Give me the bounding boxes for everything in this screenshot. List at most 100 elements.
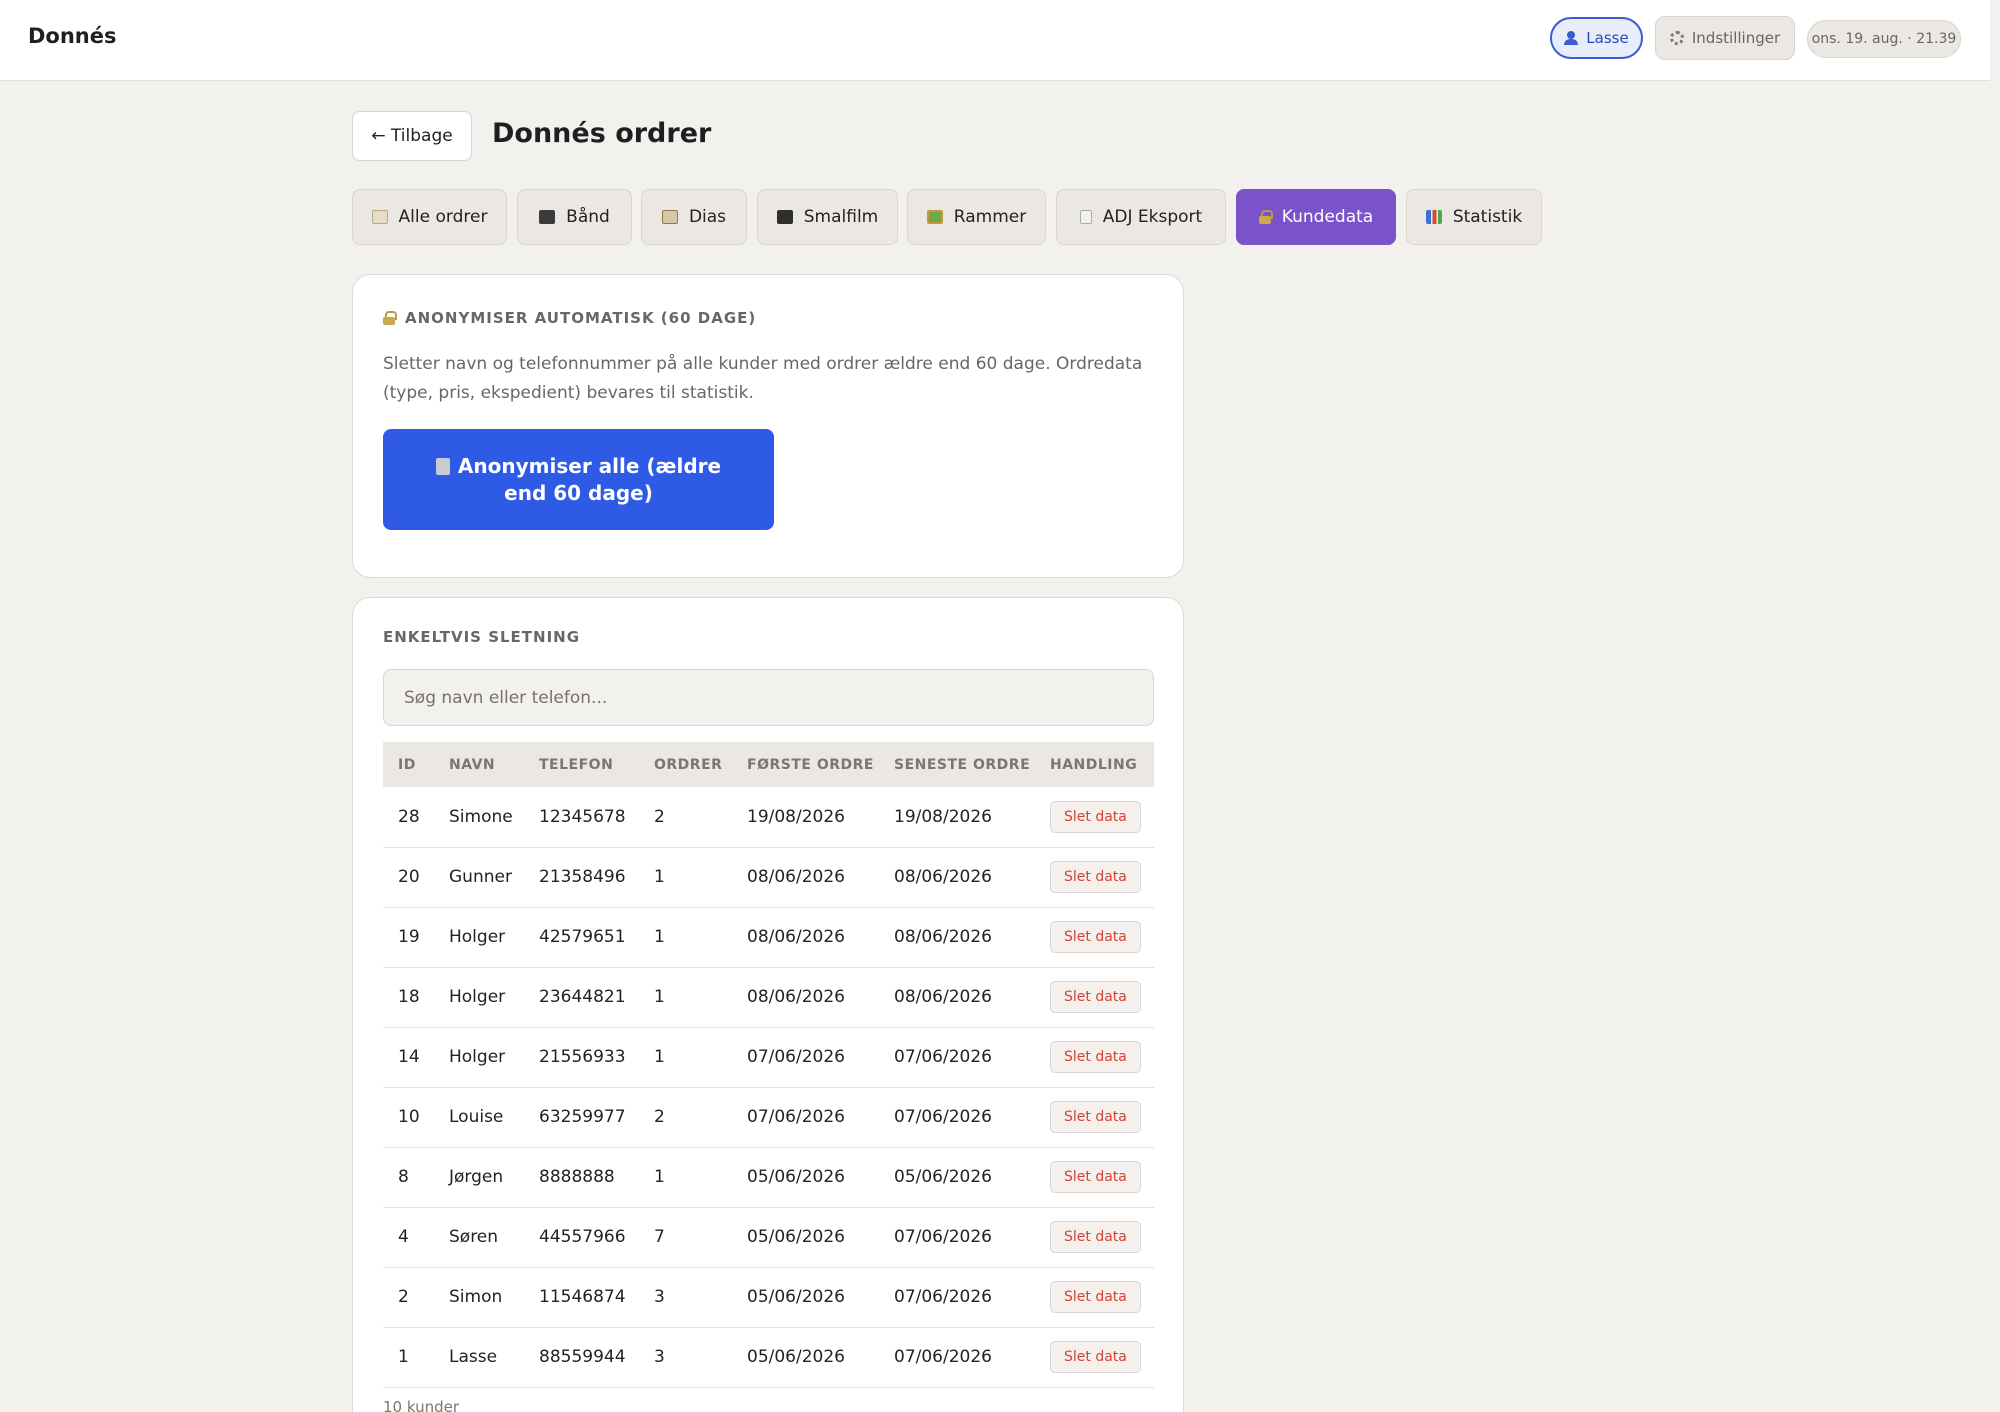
brand-logo: Donnés bbox=[28, 24, 117, 48]
clapperboard-icon bbox=[776, 210, 793, 224]
cell-last-order: 07/06/2026 bbox=[879, 1207, 1035, 1268]
delete-data-button[interactable]: Slet data bbox=[1050, 921, 1141, 953]
cell-last-order: 07/06/2026 bbox=[879, 1027, 1035, 1088]
gear-icon bbox=[1669, 31, 1684, 45]
cell-last-order: 08/06/2026 bbox=[879, 847, 1035, 908]
cell-orders: 1 bbox=[639, 967, 732, 1028]
col-telefon: TELEFON bbox=[539, 756, 614, 773]
col-id: ID bbox=[398, 756, 416, 773]
cell-id: 20 bbox=[383, 847, 434, 908]
delete-data-button[interactable]: Slet data bbox=[1050, 1101, 1141, 1133]
cell-phone: 44557966 bbox=[524, 1207, 639, 1268]
table-row: 14 Holger 21556933 1 07/06/2026 07/06/2026 Sle… bbox=[383, 1027, 1154, 1088]
cell-phone: 21358496 bbox=[524, 847, 639, 908]
cell-id: 28 bbox=[383, 787, 434, 848]
cell-orders: 2 bbox=[639, 787, 732, 848]
clipboard-icon bbox=[371, 210, 388, 224]
cell-id: 8 bbox=[383, 1147, 434, 1208]
col-foerste-ordre: FØRSTE ORDRE bbox=[747, 756, 874, 773]
lock-icon bbox=[383, 311, 397, 325]
document-icon bbox=[1079, 210, 1092, 224]
cell-name: Lasse bbox=[434, 1327, 524, 1388]
cell-phone: 23644821 bbox=[524, 967, 639, 1028]
auto-heading-text: ANONYMISER AUTOMATISK (60 DAGE) bbox=[405, 309, 757, 327]
frame-icon bbox=[926, 210, 943, 224]
cell-orders: 7 bbox=[639, 1207, 732, 1268]
settings-label: Indstillinger bbox=[1691, 29, 1781, 47]
cell-phone: 42579651 bbox=[524, 907, 639, 968]
cell-phone: 11546874 bbox=[524, 1267, 639, 1328]
cell-action: Slet data bbox=[1035, 1267, 1154, 1328]
cell-id: 2 bbox=[383, 1267, 434, 1328]
table-row: 19 Holger 42579651 1 08/06/2026 08/06/2026 Sle… bbox=[383, 907, 1154, 968]
cell-first-order: 05/06/2026 bbox=[732, 1147, 879, 1208]
delete-data-button[interactable]: Slet data bbox=[1050, 1221, 1141, 1253]
col-handling: HANDLING bbox=[1050, 756, 1138, 773]
cassette-icon bbox=[539, 210, 556, 224]
settings-button[interactable]: Indstillinger bbox=[1655, 16, 1795, 60]
delete-data-button[interactable]: Slet data bbox=[1050, 981, 1141, 1013]
table-row: 1 Lasse 88559944 3 05/06/2026 07/06/2026 Slet … bbox=[383, 1327, 1154, 1388]
cell-action: Slet data bbox=[1035, 1027, 1154, 1088]
cell-last-order: 07/06/2026 bbox=[879, 1087, 1035, 1148]
cell-orders: 1 bbox=[639, 1027, 732, 1088]
cell-first-order: 07/06/2026 bbox=[732, 1087, 879, 1148]
user-icon bbox=[1564, 31, 1579, 45]
cell-id: 1 bbox=[383, 1327, 434, 1388]
tab-rammer[interactable]: Rammer bbox=[907, 189, 1046, 245]
cell-name: Holger bbox=[434, 967, 524, 1028]
tab-baand[interactable]: Bånd bbox=[517, 189, 632, 245]
cell-phone: 63259977 bbox=[524, 1087, 639, 1148]
tab-label: Alle ordrer bbox=[398, 207, 488, 227]
cell-first-order: 19/08/2026 bbox=[732, 787, 879, 848]
cell-first-order: 08/06/2026 bbox=[732, 907, 879, 968]
cell-action: Slet data bbox=[1035, 1087, 1154, 1148]
cell-phone: 8888888 bbox=[524, 1147, 639, 1208]
col-seneste-ordre: SENESTE ORDRE bbox=[894, 756, 1031, 773]
cell-action: Slet data bbox=[1035, 1147, 1154, 1208]
tab-dias[interactable]: Dias bbox=[641, 189, 747, 245]
user-button[interactable]: Lasse bbox=[1550, 17, 1643, 59]
delete-data-button[interactable]: Slet data bbox=[1050, 1041, 1141, 1073]
cell-id: 19 bbox=[383, 907, 434, 968]
table-row: 28 Simone 12345678 2 19/08/2026 19/08/2026 Sle… bbox=[383, 787, 1154, 848]
manual-delete-card: ENKELTVIS SLETNING ID NAVN TELEFON ORDRE… bbox=[352, 597, 1184, 1412]
tab-label: Rammer bbox=[953, 207, 1027, 227]
delete-data-button[interactable]: Slet data bbox=[1050, 861, 1141, 893]
cell-name: Holger bbox=[434, 907, 524, 968]
delete-data-button[interactable]: Slet data bbox=[1050, 800, 1141, 833]
col-ordrer: ORDRER bbox=[654, 756, 723, 773]
cell-name: Gunner bbox=[434, 847, 524, 908]
anonymize-button-text: Anonymiser alle (ældre end 60 dage) bbox=[457, 453, 722, 505]
bar-chart-icon bbox=[1425, 210, 1442, 224]
search-input[interactable] bbox=[383, 669, 1154, 726]
auto-section-heading: ANONYMISER AUTOMATISK (60 DAGE) bbox=[383, 309, 756, 327]
cell-name: Louise bbox=[434, 1087, 524, 1148]
back-button[interactable]: ← Tilbage bbox=[352, 111, 472, 161]
tab-smalfilm[interactable]: Smalfilm bbox=[757, 189, 898, 245]
cell-last-order: 19/08/2026 bbox=[879, 787, 1035, 848]
delete-data-button[interactable]: Slet data bbox=[1050, 1281, 1141, 1313]
tab-statistik[interactable]: Statistik bbox=[1406, 189, 1542, 245]
tab-kundedata[interactable]: Kundedata bbox=[1236, 189, 1396, 245]
cell-first-order: 05/06/2026 bbox=[732, 1267, 879, 1328]
tab-adj-eksport[interactable]: ADJ Eksport bbox=[1056, 189, 1226, 245]
cell-phone: 21556933 bbox=[524, 1027, 639, 1088]
trash-icon bbox=[435, 457, 450, 475]
cell-orders: 1 bbox=[639, 907, 732, 968]
cell-first-order: 08/06/2026 bbox=[732, 847, 879, 908]
tab-alle-ordrer[interactable]: Alle ordrer bbox=[352, 189, 507, 245]
customers-table: ID NAVN TELEFON ORDRER FØRSTE ORDRE SENE… bbox=[383, 742, 1154, 1388]
cell-last-order: 07/06/2026 bbox=[879, 1267, 1035, 1328]
auto-anonymize-card: ANONYMISER AUTOMATISK (60 DAGE) Sletter … bbox=[352, 274, 1184, 578]
delete-data-button[interactable]: Slet data bbox=[1050, 1161, 1141, 1193]
auto-description: Sletter navn og telefonnummer på alle ku… bbox=[383, 354, 1143, 403]
tab-label: Statistik bbox=[1452, 207, 1523, 227]
cell-action: Slet data bbox=[1035, 967, 1154, 1028]
cell-action: Slet data bbox=[1035, 1327, 1154, 1388]
cell-action: Slet data bbox=[1035, 1207, 1154, 1268]
delete-data-button[interactable]: Slet data bbox=[1050, 1341, 1141, 1373]
slides-icon bbox=[661, 210, 678, 224]
anonymize-all-button[interactable]: Anonymiser alle (ældre end 60 dage) bbox=[383, 429, 774, 530]
customer-count: 10 kunder bbox=[383, 1398, 460, 1412]
